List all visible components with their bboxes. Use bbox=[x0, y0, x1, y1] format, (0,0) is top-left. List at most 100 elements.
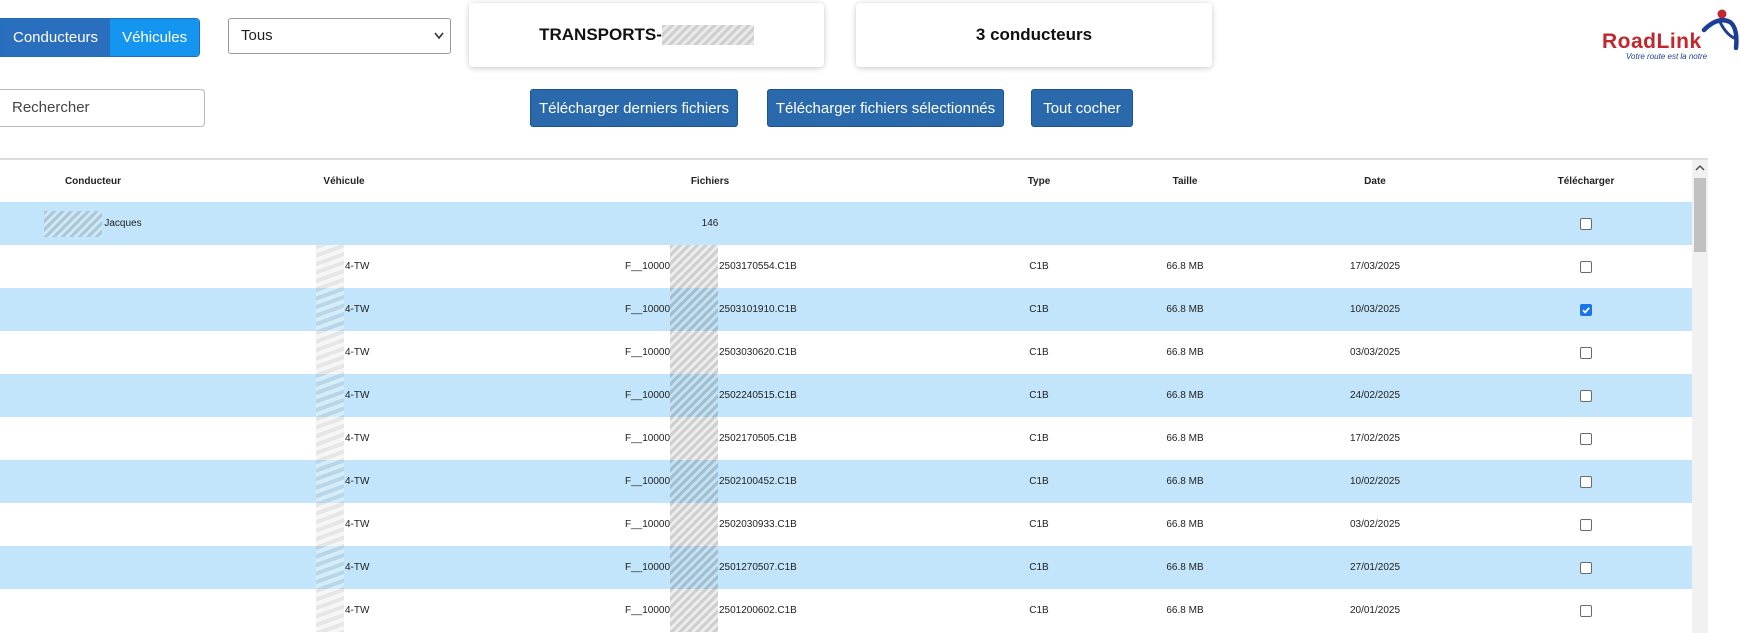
header-size[interactable]: Taille bbox=[1130, 160, 1240, 202]
row-download-cell bbox=[1540, 546, 1632, 589]
table-row[interactable]: 4-TW F__10000 2501200602.C1B C1B 66.8 MB 20/0… bbox=[0, 589, 1692, 632]
search-placeholder: Rechercher bbox=[12, 99, 90, 116]
row-size: 66.8 MB bbox=[1166, 562, 1204, 573]
table-row[interactable]: 4-TW F__10000 2503170554.C1B C1B 66.8 MB 17/0… bbox=[0, 245, 1692, 288]
row-download-checkbox[interactable] bbox=[1580, 432, 1592, 445]
company-name: TRANSPORTS- bbox=[539, 25, 662, 44]
row-download-cell bbox=[1540, 245, 1632, 288]
download-last-files-button[interactable]: Télécharger derniers fichiers bbox=[530, 89, 738, 127]
download-selected-files-button[interactable]: Télécharger fichiers sélectionnés bbox=[767, 89, 1004, 127]
row-size: 66.8 MB bbox=[1166, 519, 1204, 530]
group-driver-name: Jacques bbox=[104, 218, 142, 229]
redacted-block bbox=[44, 210, 103, 237]
redacted-block bbox=[316, 331, 344, 374]
row-size: 66.8 MB bbox=[1166, 304, 1204, 315]
roadlink-logo: RoadLink Votre route est la notre bbox=[1600, 8, 1740, 61]
toggle-vehicles-button[interactable]: Véhicules bbox=[110, 19, 200, 56]
scroll-thumb[interactable] bbox=[1694, 178, 1706, 252]
row-file-prefix: F__10000 bbox=[625, 433, 671, 444]
header-driver[interactable]: Conducteur bbox=[0, 160, 186, 202]
header-files[interactable]: Fichiers bbox=[560, 160, 860, 202]
row-download-cell bbox=[1540, 503, 1632, 546]
redacted-block bbox=[670, 288, 718, 331]
row-file-suffix: 2503170554.C1B bbox=[719, 261, 797, 272]
toggle-drivers-button[interactable]: Conducteurs bbox=[1, 19, 111, 56]
row-file-prefix: F__10000 bbox=[625, 347, 671, 358]
header-type[interactable]: Type bbox=[1000, 160, 1078, 202]
row-date: 24/02/2025 bbox=[1349, 390, 1401, 401]
row-download-checkbox[interactable] bbox=[1580, 389, 1592, 402]
table-row[interactable]: 4-TW F__10000 2502030933.C1B C1B 66.8 MB 03/0… bbox=[0, 503, 1692, 546]
row-file-suffix: 2503101910.C1B bbox=[719, 304, 797, 315]
redacted-block bbox=[316, 503, 344, 546]
row-vehicle: 4-TW bbox=[345, 261, 370, 272]
row-file-suffix: 2502100452.C1B bbox=[719, 476, 797, 487]
company-card: TRANSPORTS- bbox=[469, 3, 824, 67]
view-toggle: Conducteurs Véhicules bbox=[0, 18, 201, 57]
redacted-block bbox=[670, 503, 718, 546]
check-all-button[interactable]: Tout cocher bbox=[1031, 89, 1133, 127]
redacted-block bbox=[670, 460, 718, 503]
row-date: 10/03/2025 bbox=[1349, 304, 1401, 315]
checkmark-icon bbox=[1582, 306, 1590, 314]
row-date: 03/02/2025 bbox=[1349, 519, 1401, 530]
row-date: 03/03/2025 bbox=[1349, 347, 1401, 358]
row-file-prefix: F__10000 bbox=[625, 304, 671, 315]
filter-select[interactable]: Tous bbox=[228, 18, 451, 54]
row-date: 17/03/2025 bbox=[1349, 261, 1401, 272]
header-date[interactable]: Date bbox=[1310, 160, 1440, 202]
row-download-cell bbox=[1540, 374, 1632, 417]
group-download-checkbox[interactable] bbox=[1580, 217, 1592, 230]
redacted-block bbox=[316, 589, 344, 632]
row-vehicle: 4-TW bbox=[345, 390, 370, 401]
chevron-down-icon bbox=[434, 19, 444, 68]
search-input[interactable]: Rechercher bbox=[0, 89, 205, 127]
row-download-checkbox[interactable] bbox=[1580, 518, 1592, 531]
row-type: C1B bbox=[1029, 433, 1049, 444]
row-type: C1B bbox=[1029, 476, 1049, 487]
row-download-cell bbox=[1540, 589, 1632, 632]
table-row[interactable]: 4-TW F__10000 2503101910.C1B C1B 66.8 MB 10/0… bbox=[0, 288, 1692, 331]
table-scrollbar[interactable] bbox=[1692, 160, 1708, 633]
table-row[interactable]: 4-TW F__10000 2503030620.C1B C1B 66.8 MB 03/0… bbox=[0, 331, 1692, 374]
redacted-block bbox=[316, 374, 344, 417]
row-size: 66.8 MB bbox=[1166, 476, 1204, 487]
driver-group-row[interactable]: Jacques 146 bbox=[0, 202, 1692, 245]
row-vehicle: 4-TW bbox=[345, 562, 370, 573]
table-row[interactable]: 4-TW F__10000 2502240515.C1B C1B 66.8 MB 24/0… bbox=[0, 374, 1692, 417]
row-file-prefix: F__10000 bbox=[625, 605, 671, 616]
row-download-checkbox[interactable] bbox=[1580, 303, 1592, 316]
row-vehicle: 4-TW bbox=[345, 605, 370, 616]
row-download-checkbox[interactable] bbox=[1580, 604, 1592, 617]
page: Conducteurs Véhicules Tous TRANSPORTS- 3… bbox=[0, 0, 1740, 633]
redacted-block bbox=[670, 374, 718, 417]
row-file-suffix: 2502240515.C1B bbox=[719, 390, 797, 401]
row-type: C1B bbox=[1029, 562, 1049, 573]
row-download-cell bbox=[1540, 460, 1632, 503]
redacted-block bbox=[316, 546, 344, 589]
row-size: 66.8 MB bbox=[1166, 605, 1204, 616]
row-file-suffix: 2502030933.C1B bbox=[719, 519, 797, 530]
table-header: Conducteur Véhicule Fichiers Type Taille… bbox=[0, 160, 1692, 203]
row-size: 66.8 MB bbox=[1166, 390, 1204, 401]
scroll-up-arrow-icon[interactable] bbox=[1692, 160, 1708, 176]
table-row[interactable]: 4-TW F__10000 2502170505.C1B C1B 66.8 MB 17/0… bbox=[0, 417, 1692, 460]
row-vehicle: 4-TW bbox=[345, 304, 370, 315]
row-file-prefix: F__10000 bbox=[625, 476, 671, 487]
row-download-checkbox[interactable] bbox=[1580, 346, 1592, 359]
row-download-checkbox[interactable] bbox=[1580, 561, 1592, 574]
row-size: 66.8 MB bbox=[1166, 433, 1204, 444]
group-files-count: 146 bbox=[701, 218, 719, 229]
table-row[interactable]: 4-TW F__10000 2502100452.C1B C1B 66.8 MB 10/0… bbox=[0, 460, 1692, 503]
header-download[interactable]: Télécharger bbox=[1540, 160, 1632, 202]
redacted-block bbox=[316, 288, 344, 331]
table-row[interactable]: 4-TW F__10000 2501270507.C1B C1B 66.8 MB 27/0… bbox=[0, 546, 1692, 589]
row-download-checkbox[interactable] bbox=[1580, 475, 1592, 488]
row-download-checkbox[interactable] bbox=[1580, 260, 1592, 273]
redacted-block bbox=[670, 546, 718, 589]
runner-icon bbox=[1701, 9, 1739, 51]
redacted-block bbox=[670, 331, 718, 374]
header-vehicle[interactable]: Véhicule bbox=[296, 160, 392, 202]
driver-count: 3 conducteurs bbox=[975, 25, 1093, 44]
row-vehicle: 4-TW bbox=[345, 519, 370, 530]
